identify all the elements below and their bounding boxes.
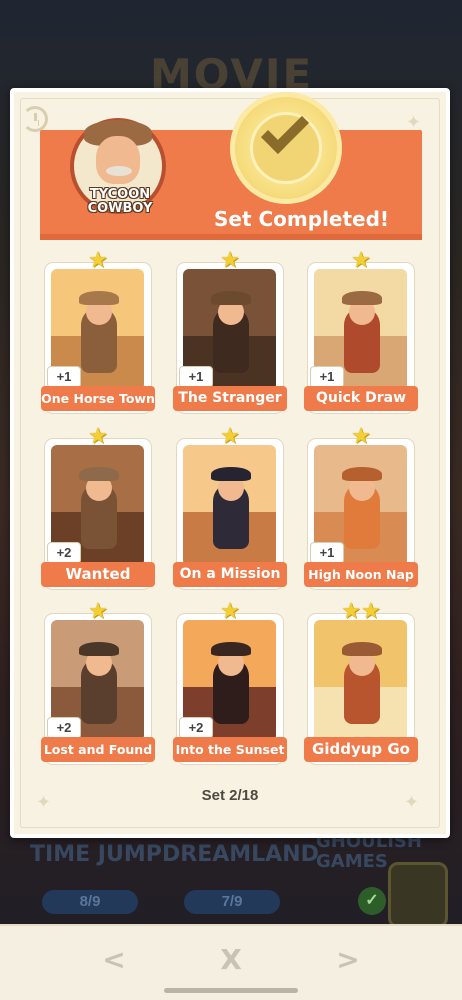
prev-set-button[interactable]: < bbox=[94, 940, 134, 980]
card-high-noon-nap[interactable]: ★ +1 High Noon Nap bbox=[304, 425, 418, 590]
art-hat bbox=[79, 467, 119, 481]
card-quick-draw[interactable]: ★ +1 Quick Draw bbox=[304, 249, 418, 414]
close-button[interactable]: X bbox=[211, 940, 251, 980]
card-duplicate-count: +1 bbox=[310, 366, 344, 388]
star-rating-icon: ★ bbox=[88, 247, 108, 272]
card-art bbox=[314, 620, 407, 741]
card-the-stranger[interactable]: ★ +1 The Stranger bbox=[173, 249, 287, 414]
bg-set-dreamland: DREAMLAND bbox=[162, 842, 319, 867]
star-rating-icon: ★ bbox=[220, 423, 240, 448]
card-one-horse-town[interactable]: ★ +1 One Horse Town bbox=[41, 249, 155, 414]
corner-leaf-icon: ✦ bbox=[404, 792, 420, 812]
logo-face bbox=[96, 136, 140, 184]
logo-line-2: COWBOY bbox=[87, 201, 153, 216]
star-rating-icon: ★★ bbox=[341, 598, 381, 623]
card-duplicate-count: +2 bbox=[47, 542, 81, 564]
card-duplicate-count: +1 bbox=[179, 366, 213, 388]
card-name-label: High Noon Nap bbox=[304, 562, 418, 587]
card-art bbox=[183, 445, 276, 566]
logo-text: TYCOON COWBOY bbox=[78, 188, 162, 216]
star-rating-icon: ★ bbox=[351, 423, 371, 448]
history-icon[interactable] bbox=[22, 106, 48, 132]
card-duplicate-count: +2 bbox=[179, 717, 213, 739]
star-rating-icon: ★ bbox=[88, 423, 108, 448]
star-rating-icon: ★ bbox=[351, 247, 371, 272]
art-hat bbox=[342, 642, 382, 656]
card-name-label: Into the Sunset bbox=[173, 737, 287, 762]
set-completed-label: Set Completed! bbox=[214, 207, 390, 231]
card-name-label: Lost and Found bbox=[41, 737, 155, 762]
card-wanted[interactable]: ★ +2 Wanted bbox=[41, 425, 155, 590]
card-name-label: One Horse Town bbox=[41, 386, 155, 411]
card-lost-and-found[interactable]: ★ +2 Lost and Found bbox=[41, 600, 155, 765]
card-name-label: Giddyup Go bbox=[304, 737, 418, 762]
star-rating-icon: ★ bbox=[88, 598, 108, 623]
star-rating-icon: ★ bbox=[220, 598, 240, 623]
art-hat bbox=[211, 467, 251, 481]
card-name-label: On a Mission bbox=[173, 562, 287, 587]
bg-progress-dreamland: 7/9 bbox=[184, 890, 280, 914]
art-hat bbox=[79, 642, 119, 656]
card-duplicate-count: +2 bbox=[47, 717, 81, 739]
set-page-indicator: Set 2/18 bbox=[201, 787, 259, 804]
art-hat bbox=[211, 642, 251, 656]
bg-set-time-jump: TIME JUMP bbox=[30, 842, 162, 867]
star-rating-icon: ★ bbox=[220, 247, 240, 272]
next-set-button[interactable]: > bbox=[328, 940, 368, 980]
art-hat bbox=[342, 467, 382, 481]
art-hat bbox=[211, 291, 251, 305]
set-logo: TYCOON COWBOY bbox=[70, 118, 166, 228]
art-hat bbox=[79, 291, 119, 305]
bg-dice-icon bbox=[388, 862, 448, 928]
completed-badge-icon bbox=[230, 92, 342, 204]
card-into-the-sunset[interactable]: ★ +2 Into the Sunset bbox=[173, 600, 287, 765]
card-duplicate-count: +1 bbox=[47, 366, 81, 388]
corner-leaf-icon: ✦ bbox=[36, 792, 52, 812]
home-indicator bbox=[164, 988, 298, 993]
card-name-label: Quick Draw bbox=[304, 386, 418, 411]
logo-line-1: TYCOON bbox=[89, 187, 151, 202]
card-on-a-mission[interactable]: ★ On a Mission bbox=[173, 425, 287, 590]
bg-progress-time-jump: 8/9 bbox=[42, 890, 138, 914]
bg-complete-check-icon: ✓ bbox=[358, 887, 386, 915]
card-name-label: The Stranger bbox=[173, 386, 287, 411]
logo-mustache bbox=[106, 166, 132, 176]
card-duplicate-count: +1 bbox=[310, 542, 344, 564]
card-giddyup-go[interactable]: ★★ Giddyup Go bbox=[304, 600, 418, 765]
art-hat bbox=[342, 291, 382, 305]
card-name-label: Wanted bbox=[41, 562, 155, 587]
